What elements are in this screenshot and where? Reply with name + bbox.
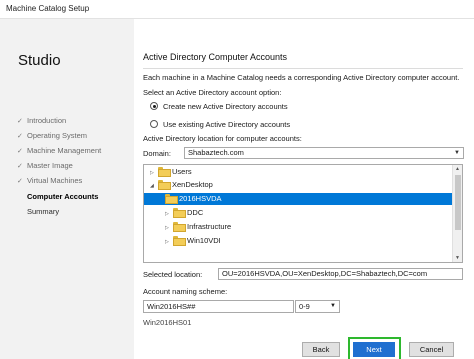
domain-label: Domain: xyxy=(143,149,171,158)
folder-icon xyxy=(173,236,186,246)
tree-node-users[interactable]: ▷ Users xyxy=(150,166,450,178)
tree-node-label: Infrastructure xyxy=(187,222,232,231)
domain-select[interactable]: Shabaztech.com ▼ xyxy=(184,147,464,159)
tree-node-win10vdi[interactable]: ▷ Win10VDI xyxy=(165,235,450,247)
check-icon: ✓ xyxy=(17,118,23,125)
check-icon: ✓ xyxy=(17,163,23,170)
cancel-button[interactable]: Cancel xyxy=(409,342,454,357)
step-introduction: ✓ Introduction xyxy=(17,115,66,127)
tree-node-xendesktop[interactable]: ◢ XenDesktop xyxy=(150,179,450,191)
tree-scrollbar[interactable]: ▲ ▼ xyxy=(452,165,462,262)
step-master-image: ✓ Master Image xyxy=(17,160,73,172)
expand-icon[interactable]: ▷ xyxy=(165,236,173,248)
radio-button[interactable] xyxy=(150,120,158,128)
tree-node-label: Users xyxy=(172,167,192,176)
app-name: Studio xyxy=(18,52,61,69)
radio-label: Create new Active Directory accounts xyxy=(163,102,288,111)
tree-node-label: Win10VDI xyxy=(187,236,221,245)
step-label: Virtual Machines xyxy=(27,176,83,185)
description: Each machine in a Machine Catalog needs … xyxy=(143,73,460,82)
naming-scheme-label: Account naming scheme: xyxy=(143,287,228,296)
selected-location-label: Selected location: xyxy=(143,270,203,279)
folder-icon xyxy=(158,167,171,177)
naming-example: Win2016HS01 xyxy=(143,318,192,327)
tree-node-2016hsvda[interactable]: 2016HSVDA xyxy=(144,193,453,205)
main-panel: Active Directory Computer Accounts Each … xyxy=(134,19,474,359)
radio-create-new[interactable]: Create new Active Directory accounts xyxy=(150,101,288,112)
folder-icon xyxy=(173,208,186,218)
check-icon: ✓ xyxy=(17,148,23,155)
step-label: Computer Accounts xyxy=(27,192,99,201)
naming-type-value: 0-9 xyxy=(299,302,310,311)
expand-icon[interactable]: ▷ xyxy=(165,222,173,234)
location-label: Active Directory location for computer a… xyxy=(143,134,302,143)
radio-use-existing[interactable]: Use existing Active Directory accounts xyxy=(150,119,290,130)
naming-type-select[interactable]: 0-9 ▼ xyxy=(295,300,340,313)
back-button[interactable]: Back xyxy=(302,342,340,357)
tree-node-label: 2016HSVDA xyxy=(179,194,222,203)
check-icon: ✓ xyxy=(17,178,23,185)
step-label: Introduction xyxy=(27,116,67,125)
tree-node-label: DDC xyxy=(187,208,204,217)
page-title: Active Directory Computer Accounts xyxy=(143,52,288,62)
ou-tree[interactable]: ▷ Users ◢ XenDesktop 2016HSVDA ▷ DDC ▷ Infra… xyxy=(143,164,463,263)
step-label: Summary xyxy=(27,207,60,216)
collapse-icon[interactable]: ◢ xyxy=(150,180,158,192)
sidebar: Studio ✓ Introduction ✓ Operating System ✓… xyxy=(0,19,134,359)
scroll-up-icon[interactable]: ▲ xyxy=(455,166,460,172)
step-label: Machine Management xyxy=(27,146,102,155)
selected-location-field: OU=2016HSVDA,OU=XenDesktop,DC=Shabaztech… xyxy=(218,268,463,280)
account-option-label: Select an Active Directory account optio… xyxy=(143,88,282,97)
domain-value: Shabaztech.com xyxy=(188,148,244,157)
step-label: Master Image xyxy=(27,161,73,170)
chevron-down-icon: ▼ xyxy=(330,303,336,309)
radio-label: Use existing Active Directory accounts xyxy=(163,120,291,129)
expand-icon[interactable]: ▷ xyxy=(165,208,173,220)
scroll-down-icon[interactable]: ▼ xyxy=(455,255,460,261)
next-button[interactable]: Next xyxy=(353,342,395,357)
step-label: Operating System xyxy=(27,131,88,140)
folder-icon xyxy=(165,194,178,204)
tree-node-label: XenDesktop xyxy=(172,180,213,189)
radio-button[interactable] xyxy=(150,102,158,110)
folder-icon xyxy=(173,222,186,232)
chevron-down-icon: ▼ xyxy=(454,150,460,156)
scrollbar-thumb[interactable] xyxy=(455,175,461,230)
step-computer-accounts: Computer Accounts xyxy=(27,191,98,203)
expand-icon[interactable]: ▷ xyxy=(150,167,158,179)
check-icon: ✓ xyxy=(17,133,23,140)
title-bar: Machine Catalog Setup xyxy=(0,0,474,19)
folder-open-icon xyxy=(158,180,171,190)
divider xyxy=(143,68,463,69)
tree-node-ddc[interactable]: ▷ DDC xyxy=(165,207,450,219)
step-virtual-machines: ✓ Virtual Machines xyxy=(17,175,82,187)
naming-scheme-input[interactable]: Win2016HS## xyxy=(143,300,294,313)
step-operating-system: ✓ Operating System xyxy=(17,130,87,142)
window-title: Machine Catalog Setup xyxy=(6,4,90,13)
tree-node-infrastructure[interactable]: ▷ Infrastructure xyxy=(165,221,450,233)
step-summary: Summary xyxy=(27,206,59,218)
step-machine-management: ✓ Machine Management xyxy=(17,145,101,157)
